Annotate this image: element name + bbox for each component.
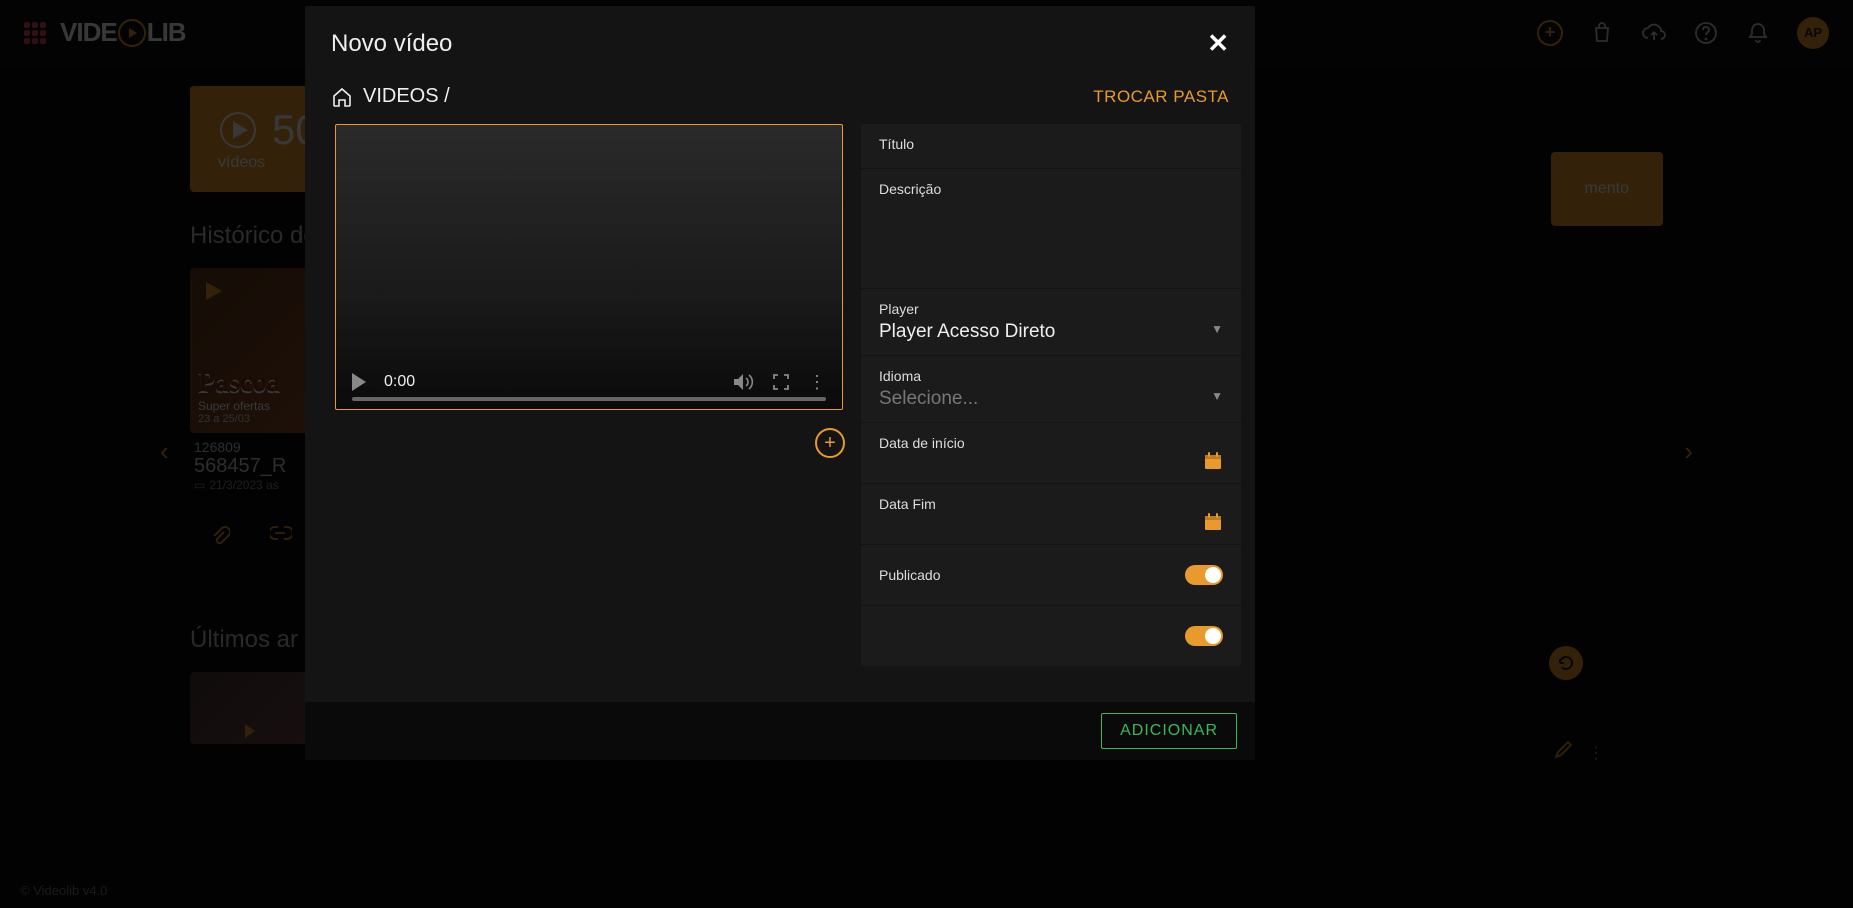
calendar-icon[interactable] bbox=[1203, 451, 1223, 471]
video-column: 0:00 ⋮ + bbox=[335, 124, 845, 667]
description-field[interactable]: Descrição bbox=[861, 169, 1241, 289]
video-preview[interactable]: 0:00 ⋮ bbox=[335, 124, 843, 410]
start-date-label: Data de início bbox=[879, 435, 1223, 451]
title-field[interactable]: Título bbox=[861, 124, 1241, 169]
video-more-icon[interactable]: ⋮ bbox=[808, 372, 826, 393]
language-label: Idioma bbox=[879, 368, 1223, 384]
swap-folder-link[interactable]: TROCAR PASTA bbox=[1093, 87, 1229, 107]
published-field: Publicado bbox=[861, 545, 1241, 606]
start-date-field[interactable]: Data de início bbox=[861, 423, 1241, 484]
extra-toggle[interactable] bbox=[1185, 626, 1223, 646]
submit-button[interactable]: ADICIONAR bbox=[1101, 713, 1237, 749]
home-icon[interactable] bbox=[331, 86, 353, 108]
chevron-down-icon: ▼ bbox=[1211, 322, 1223, 336]
published-toggle[interactable] bbox=[1185, 565, 1223, 585]
play-icon[interactable] bbox=[352, 373, 366, 391]
add-media-button[interactable]: + bbox=[815, 428, 845, 458]
fullscreen-icon[interactable] bbox=[772, 373, 790, 391]
extra-toggle-field bbox=[861, 606, 1241, 667]
volume-icon[interactable] bbox=[732, 372, 754, 392]
end-date-field[interactable]: Data Fim bbox=[861, 484, 1241, 545]
chevron-down-icon: ▼ bbox=[1211, 389, 1223, 403]
modal-header: Novo vídeo ✕ bbox=[305, 6, 1255, 63]
title-label: Título bbox=[879, 136, 1223, 152]
new-video-modal: Novo vídeo ✕ VIDEOS / TROCAR PASTA 0:00 bbox=[305, 6, 1255, 760]
modal-body: 0:00 ⋮ + Título bbox=[305, 116, 1255, 702]
end-date-label: Data Fim bbox=[879, 496, 1223, 512]
breadcrumb: VIDEOS / TROCAR PASTA bbox=[305, 63, 1255, 116]
player-field[interactable]: Player Player Acesso Direto ▼ bbox=[861, 289, 1241, 356]
player-value: Player Acesso Direto bbox=[879, 321, 1223, 343]
language-field[interactable]: Idioma Selecione... ▼ bbox=[861, 356, 1241, 423]
close-icon[interactable]: ✕ bbox=[1207, 28, 1229, 59]
published-label: Publicado bbox=[879, 567, 1223, 583]
form-column: Título Descrição Player Player Acesso Di… bbox=[861, 124, 1241, 667]
calendar-icon[interactable] bbox=[1203, 512, 1223, 532]
video-progress[interactable] bbox=[352, 397, 826, 401]
language-placeholder: Selecione... bbox=[879, 388, 1223, 410]
description-label: Descrição bbox=[879, 181, 1223, 197]
video-time: 0:00 bbox=[384, 373, 415, 391]
breadcrumb-text: VIDEOS / bbox=[363, 85, 450, 108]
player-label: Player bbox=[879, 301, 1223, 317]
modal-footer: ADICIONAR bbox=[305, 702, 1255, 760]
modal-title: Novo vídeo bbox=[331, 30, 452, 58]
